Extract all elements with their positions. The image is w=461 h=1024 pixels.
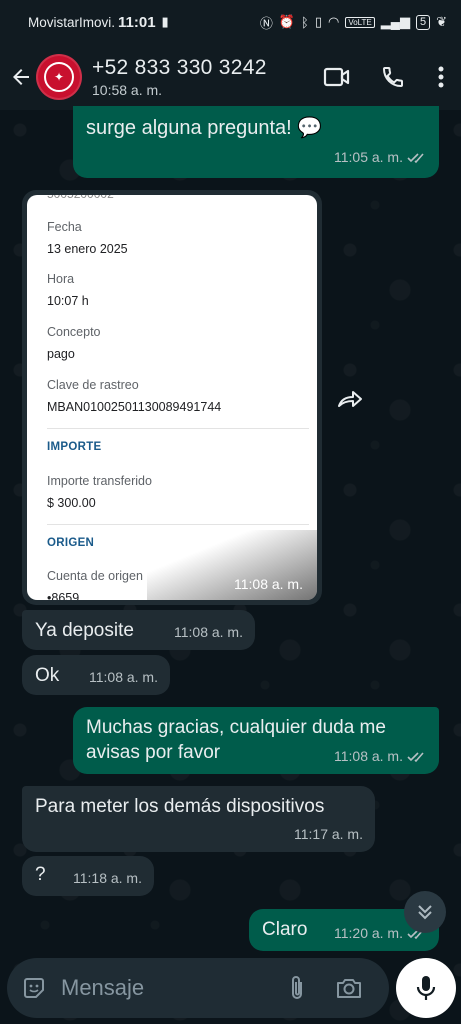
message-text: Ya deposite — [35, 620, 134, 641]
message-text: ? — [35, 864, 46, 885]
camera-button[interactable] — [323, 958, 375, 1018]
image-message[interactable]: 5005200002 Fecha 13 enero 2025 Hora 10:0… — [22, 190, 322, 605]
video-call-button[interactable] — [309, 49, 365, 105]
read-ticks-icon — [407, 751, 424, 762]
message-bubble-out[interactable]: Muchas gracias, cualquier duda me avisas… — [73, 707, 439, 774]
message-time: 11:08 a. m. — [173, 624, 243, 640]
wifi-icon: ◠ — [327, 14, 340, 29]
message-text: Para meter los demás dispositivos — [35, 796, 325, 817]
kebab-menu-icon — [438, 66, 444, 88]
importe-value: $ 300.00 — [47, 496, 96, 510]
microphone-icon — [416, 976, 436, 1000]
message-input[interactable] — [61, 975, 271, 1001]
leaf-icon: ❦ — [436, 14, 447, 29]
attach-button[interactable] — [271, 958, 323, 1018]
origen-section-title: ORIGEN — [47, 537, 95, 549]
receipt-divider — [47, 428, 309, 429]
message-time: 11:08 a. m. — [233, 576, 303, 592]
message-composer — [7, 958, 389, 1018]
alarm-icon: ⏰ — [278, 14, 296, 29]
message-bubble-in[interactable]: Para meter los demás dispositivos 11:17 … — [22, 786, 375, 852]
receipt-fecha: Fecha 13 enero 2025 — [47, 220, 128, 256]
contact-name: +52 833 330 3242 — [92, 56, 267, 79]
phone-icon — [382, 67, 403, 88]
message-bubble-out[interactable]: surge alguna pregunta! 💬 11:05 a. m. — [73, 106, 439, 178]
vibrate-icon: ▯ — [314, 14, 322, 29]
scroll-to-bottom-button[interactable] — [404, 891, 446, 933]
importe-label: Importe transferido — [47, 474, 152, 488]
hora-label: Hora — [47, 272, 75, 286]
concepto-label: Concepto — [47, 325, 101, 339]
fecha-label: Fecha — [47, 220, 82, 234]
clave-label: Clave de rastreo — [47, 378, 139, 392]
back-arrow-icon — [13, 69, 29, 85]
forward-arrow-icon — [338, 391, 362, 407]
bluetooth-icon: ᛒ — [301, 14, 309, 30]
status-icons: Ⓝ ⏰ ᛒ ▯ ◠ VoLTE ▂▄▆ 5 ❦ — [260, 13, 447, 32]
paperclip-icon — [292, 976, 302, 999]
cuenta-label: Cuenta de origen — [47, 569, 143, 583]
read-ticks-icon — [407, 152, 424, 163]
message-time: 11:18 a. m. — [72, 870, 142, 886]
clave-value: MBAN01002501130089491744 — [47, 400, 222, 414]
message-bubble-in[interactable]: Ya deposite 11:08 a. m. — [22, 610, 255, 650]
chat-header: ✦ +52 833 330 3242 10:58 a. m. — [0, 44, 461, 110]
more-options-button[interactable] — [421, 49, 461, 105]
concepto-value: pago — [47, 347, 75, 361]
carrier-name: MovistarImovi... — [28, 14, 114, 30]
message-time: 11:05 a. m. — [333, 149, 403, 165]
voice-call-button[interactable] — [365, 49, 421, 105]
message-text: Claro — [262, 919, 308, 940]
status-bar: MovistarImovi... 11:01 ▮ Ⓝ ⏰ ᛒ ▯ ◠ VoLTE… — [0, 0, 461, 44]
back-button[interactable] — [8, 64, 34, 90]
fecha-value: 13 enero 2025 — [47, 242, 128, 256]
contact-info[interactable]: +52 833 330 3242 10:58 a. m. — [92, 56, 267, 98]
battery-level: 5 — [415, 14, 431, 30]
receipt-hora: Hora 10:07 h — [47, 272, 89, 308]
nfc-icon: Ⓝ — [259, 15, 273, 31]
video-camera-icon — [323, 67, 350, 87]
importe-section-title: IMPORTE — [47, 441, 102, 453]
sticker-button[interactable] — [7, 958, 61, 1018]
avatar-emblem-icon: ✦ — [44, 62, 74, 92]
message-time: 11:20 a. m. — [333, 925, 403, 941]
receipt-cuenta: Cuenta de origen •8659 — [47, 569, 143, 600]
sim-icon: ▮ — [161, 14, 169, 29]
receipt-importe: Importe transferido $ 300.00 — [47, 474, 152, 510]
message-bubble-in[interactable]: ? 11:18 a. m. — [22, 856, 154, 896]
message-text: Ok — [35, 665, 60, 686]
message-time: 11:08 a. m. — [333, 748, 403, 764]
transfer-receipt-image: 5005200002 Fecha 13 enero 2025 Hora 10:0… — [27, 195, 317, 600]
receipt-divider — [47, 524, 309, 525]
message-time: 11:17 a. m. — [293, 826, 363, 842]
hora-value: 10:07 h — [47, 294, 89, 308]
sticker-icon — [24, 978, 44, 998]
contact-avatar[interactable]: ✦ — [36, 54, 82, 100]
camera-icon — [337, 979, 361, 998]
double-chevron-down-icon — [418, 905, 432, 920]
message-meta: 11:05 a. m. — [334, 145, 427, 170]
voice-message-button[interactable] — [396, 958, 456, 1018]
receipt-concepto: Concepto pago — [47, 325, 101, 361]
signal-icon: ▂▄▆ — [380, 14, 410, 29]
message-time: 11:08 a. m. — [88, 669, 158, 685]
message-meta: 11:08 a. m. — [334, 744, 427, 769]
volte-badge: VoLTE — [345, 16, 375, 28]
forward-button[interactable] — [330, 382, 370, 416]
receipt-cut-text: 5005200002 — [47, 195, 114, 201]
message-text: surge alguna pregunta! 💬 — [86, 117, 323, 139]
last-seen: 10:58 a. m. — [92, 82, 163, 98]
status-time: 11:01 — [118, 13, 156, 31]
header-actions — [309, 49, 461, 105]
message-bubble-in[interactable]: Ok 11:08 a. m. — [22, 655, 170, 695]
cuenta-value: •8659 — [47, 591, 80, 600]
receipt-clave: Clave de rastreo MBAN0100250113008949174… — [47, 378, 221, 414]
